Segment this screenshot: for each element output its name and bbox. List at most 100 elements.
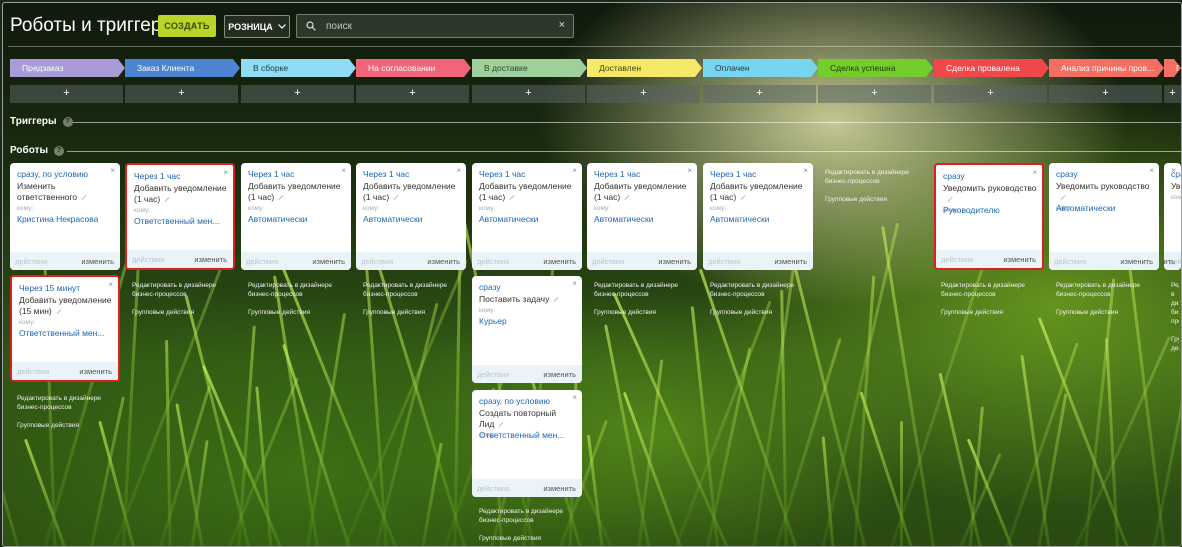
edit-link[interactable]: изменить bbox=[1164, 257, 1175, 266]
actions-link[interactable]: действия bbox=[246, 257, 278, 266]
edit-in-designer-link[interactable]: Редактировать в дизайнере бизнес-процессо… bbox=[248, 281, 352, 299]
edit-link[interactable]: изменить bbox=[79, 367, 112, 376]
close-icon[interactable]: × bbox=[803, 166, 808, 175]
robot-recipient[interactable]: Автоматически bbox=[594, 214, 653, 224]
add-trigger-button[interactable]: + bbox=[934, 85, 1047, 103]
robot-card[interactable]: × Через 15 минут Добавить уведомление (15 … bbox=[10, 275, 120, 382]
actions-link[interactable]: действия bbox=[1054, 257, 1086, 266]
robot-card[interactable]: × сразу Поставить задачу кому: Курьер действи… bbox=[472, 276, 582, 383]
stage-10[interactable]: Анализ причины пров... bbox=[1049, 59, 1164, 77]
pencil-icon[interactable] bbox=[164, 197, 170, 203]
add-trigger-button[interactable]: + bbox=[125, 85, 238, 103]
edit-link[interactable]: изменить bbox=[427, 257, 460, 266]
robot-recipient[interactable]: Ответственный мен... bbox=[479, 430, 564, 440]
robot-recipient[interactable]: Курьер bbox=[479, 316, 507, 326]
actions-link[interactable]: действия bbox=[477, 370, 509, 379]
actions-link[interactable]: действия bbox=[941, 255, 973, 264]
group-actions-link[interactable]: Групповые действия bbox=[248, 308, 352, 317]
actions-link[interactable]: действия bbox=[15, 257, 47, 266]
stage-6[interactable]: Доставлен bbox=[587, 59, 702, 77]
robot-delay[interactable]: сразу bbox=[1056, 169, 1078, 179]
add-trigger-button[interactable]: + bbox=[10, 85, 123, 103]
stage-1[interactable]: Предзаказ bbox=[10, 59, 125, 77]
group-actions-link[interactable]: Групповые действия bbox=[594, 308, 698, 317]
robot-delay[interactable]: Через 1 час bbox=[594, 169, 640, 179]
edit-in-designer-link[interactable]: Редактировать в дизайнере бизнес-процессо… bbox=[1056, 281, 1160, 299]
close-icon[interactable]: × bbox=[1149, 166, 1154, 175]
robot-delay[interactable]: Через 1 час bbox=[363, 169, 409, 179]
pencil-icon[interactable] bbox=[393, 195, 399, 201]
robot-card[interactable]: × Через 1 час Добавить уведомление (1 час)… bbox=[472, 163, 582, 270]
pencil-icon[interactable] bbox=[278, 195, 284, 201]
robot-recipient[interactable]: Кристина Некрасова bbox=[17, 214, 98, 224]
group-actions-link[interactable]: Групповые действия bbox=[825, 195, 929, 204]
edit-link[interactable]: изменить bbox=[1120, 257, 1153, 266]
robot-recipient[interactable]: Автоматически bbox=[479, 214, 538, 224]
robot-delay[interactable]: сра bbox=[1171, 169, 1181, 179]
clear-search-icon[interactable]: × bbox=[559, 19, 565, 31]
add-trigger-button[interactable]: + bbox=[472, 85, 585, 103]
edit-link[interactable]: изменить bbox=[543, 257, 576, 266]
edit-in-designer-link[interactable]: Редактировать в дизайнере бизнес-процессо… bbox=[825, 168, 929, 186]
edit-in-designer-link[interactable]: Редактировать в дизайнере бизнес-процессо… bbox=[941, 281, 1045, 299]
edit-link[interactable]: изменить bbox=[194, 255, 227, 264]
edit-in-designer-link[interactable]: Редактировать в дизайнере бизнес-процессо… bbox=[1171, 281, 1179, 326]
close-icon[interactable]: × bbox=[687, 166, 692, 175]
search-box[interactable]: × bbox=[296, 14, 574, 38]
close-icon[interactable]: × bbox=[110, 166, 115, 175]
group-actions-link[interactable]: Групповые действия bbox=[1171, 335, 1179, 353]
pencil-icon[interactable] bbox=[56, 309, 62, 315]
actions-link[interactable]: действия bbox=[708, 257, 740, 266]
pencil-icon[interactable] bbox=[81, 195, 87, 201]
edit-link[interactable]: изменить bbox=[1003, 255, 1036, 264]
add-trigger-button[interactable]: + bbox=[1164, 85, 1181, 103]
robot-card[interactable]: × Через 1 час Добавить уведомление (1 час)… bbox=[587, 163, 697, 270]
robot-card[interactable]: × Через 1 час Добавить уведомление (1 час)… bbox=[241, 163, 351, 270]
edit-link[interactable]: изменить bbox=[543, 484, 576, 493]
robot-delay[interactable]: сразу, по условию bbox=[479, 396, 550, 406]
pencil-icon[interactable] bbox=[947, 197, 953, 203]
add-trigger-button[interactable]: + bbox=[1049, 85, 1162, 103]
pencil-icon[interactable] bbox=[624, 195, 630, 201]
robot-delay[interactable]: Через 1 час bbox=[479, 169, 525, 179]
funnel-selector[interactable]: РОЗНИЦА bbox=[224, 15, 290, 38]
close-icon[interactable]: × bbox=[456, 166, 461, 175]
stage-11[interactable]: П bbox=[1164, 59, 1181, 77]
add-trigger-button[interactable]: + bbox=[818, 85, 931, 103]
search-input[interactable] bbox=[324, 19, 548, 33]
actions-link[interactable]: действия bbox=[17, 367, 49, 376]
robot-delay[interactable]: Через 1 час bbox=[248, 169, 294, 179]
stage-5[interactable]: В доставке bbox=[472, 59, 587, 77]
group-actions-link[interactable]: Групповые действия bbox=[17, 421, 121, 430]
actions-link[interactable]: действия bbox=[132, 255, 164, 264]
stage-8[interactable]: Сделка успешна bbox=[818, 59, 933, 77]
edit-in-designer-link[interactable]: Редактировать в дизайнере бизнес-процессо… bbox=[132, 281, 236, 299]
close-icon[interactable]: × bbox=[572, 393, 577, 402]
stage-2[interactable]: Заказ Клиента bbox=[125, 59, 240, 77]
edit-in-designer-link[interactable]: Редактировать в дизайнере бизнес-процессо… bbox=[17, 394, 121, 412]
pencil-icon[interactable] bbox=[509, 195, 515, 201]
robot-card[interactable]: × сразу, по условию Изменить ответственног… bbox=[10, 163, 120, 270]
group-actions-link[interactable]: Групповые действия bbox=[479, 534, 583, 543]
stage-9[interactable]: Сделка провалена bbox=[934, 59, 1049, 77]
actions-link[interactable]: действия bbox=[592, 257, 624, 266]
robot-card[interactable]: × Через 1 час Добавить уведомление (1 час)… bbox=[125, 163, 235, 270]
group-actions-link[interactable]: Групповые действия bbox=[710, 308, 814, 317]
add-trigger-button[interactable]: + bbox=[356, 85, 469, 103]
robot-recipient[interactable]: Ответственный мен... bbox=[134, 216, 219, 226]
robot-card[interactable]: × сразу, по условию Создать повторный Лид к… bbox=[472, 390, 582, 497]
group-actions-link[interactable]: Групповые действия bbox=[941, 308, 1045, 317]
add-trigger-button[interactable]: + bbox=[241, 85, 354, 103]
pencil-icon[interactable] bbox=[553, 297, 559, 303]
close-icon[interactable]: × bbox=[223, 168, 228, 177]
edit-link[interactable]: изменить bbox=[774, 257, 807, 266]
edit-link[interactable]: изменить bbox=[543, 370, 576, 379]
actions-link[interactable]: действия bbox=[477, 257, 509, 266]
close-icon[interactable]: × bbox=[108, 280, 113, 289]
edit-link[interactable]: изменить bbox=[81, 257, 114, 266]
help-icon[interactable]: ? bbox=[54, 145, 65, 156]
robot-recipient[interactable]: Ответственный мен... bbox=[19, 328, 104, 338]
robot-delay[interactable]: Через 15 минут bbox=[19, 283, 80, 293]
edit-link[interactable]: изменить bbox=[312, 257, 345, 266]
actions-link[interactable]: действия bbox=[361, 257, 393, 266]
